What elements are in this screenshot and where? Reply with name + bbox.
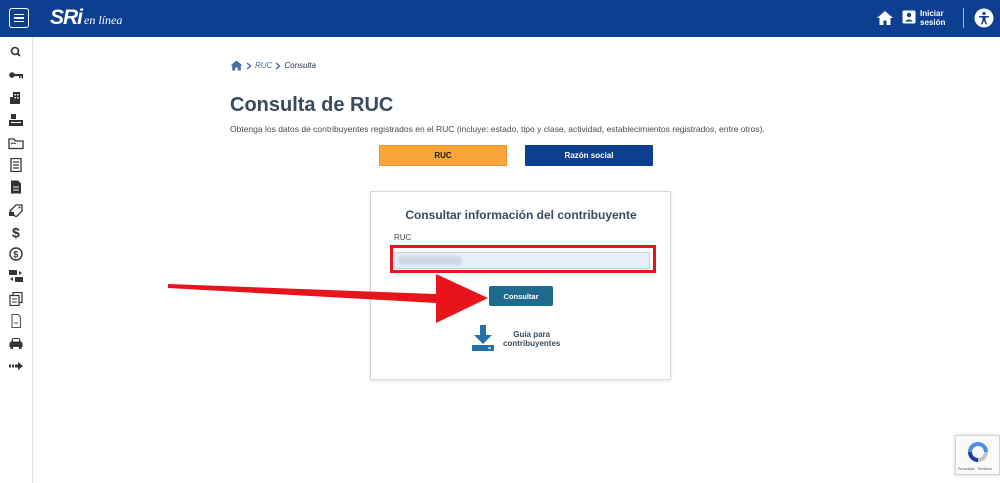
document-icon[interactable] [8,158,24,172]
breadcrumb-consulta: Consulta [284,61,316,70]
svg-text:$: $ [13,250,18,260]
logo-main-text: SRi [50,6,83,29]
breadcrumb-ruc[interactable]: RUC [255,61,272,70]
coin-icon[interactable]: $ [8,247,24,261]
key-icon[interactable] [8,68,24,82]
login-line2: sesión [920,18,946,27]
register-icon[interactable] [8,113,24,127]
menu-button[interactable] [9,8,29,28]
page-title: Consulta de RUC [230,94,394,116]
top-bar: SRi en línea Iniciar sesión [0,0,1000,37]
tab-razon-social[interactable]: Razón social [525,145,653,166]
copy-icon[interactable] [8,292,24,306]
accessibility-icon[interactable] [974,8,994,28]
page-icon[interactable] [8,314,24,328]
tag-icon[interactable] [8,203,24,217]
sri-logo[interactable]: SRi en línea [50,6,122,30]
folder-icon[interactable] [8,136,24,150]
guide-line2: contribuyentes [503,339,561,348]
chevron-right-icon [275,61,281,70]
file-icon[interactable] [8,180,24,194]
tab-ruc[interactable]: RUC [379,145,507,166]
login-link[interactable]: Iniciar sesión [920,9,945,27]
car-icon[interactable] [8,336,24,350]
card-title: Consultar información del contribuyente [405,208,637,222]
arrow-right-icon[interactable] [8,359,24,373]
recaptcha-icon [968,442,988,462]
download-icon[interactable] [471,325,495,351]
search-icon[interactable] [8,45,24,59]
breadcrumb: RUC Consulta [230,60,316,71]
svg-text:$: $ [12,225,20,239]
logo-sub-text: en línea [84,13,123,27]
exchange-icon[interactable] [8,269,24,283]
menu-icon-line [14,13,24,16]
home-icon[interactable] [230,60,243,71]
home-icon[interactable] [876,9,894,27]
user-card-icon[interactable] [902,10,916,24]
dollar-icon[interactable]: $ [8,225,24,239]
building-icon[interactable] [8,91,24,105]
header-divider [963,8,964,28]
redacted-value [398,256,462,265]
annotation-arrow [168,274,488,323]
menu-icon-line [14,20,24,23]
guide-line1: Guía para [513,330,551,339]
guide-link[interactable]: Guía para contribuyentes [503,330,560,348]
ruc-field-label: RUC [394,233,412,242]
consultar-button[interactable]: Consultar [489,286,553,306]
recaptcha-badge[interactable]: Privacidad · Términos [955,435,1000,475]
recaptcha-text: Privacidad · Términos [958,467,992,471]
menu-icon-line [14,17,24,19]
chevron-right-icon [246,61,252,70]
sidebar: $ $ [0,37,33,483]
page-description: Obtenga los datos de contribuyentes regi… [230,124,765,134]
login-line1: Iniciar [920,9,944,18]
